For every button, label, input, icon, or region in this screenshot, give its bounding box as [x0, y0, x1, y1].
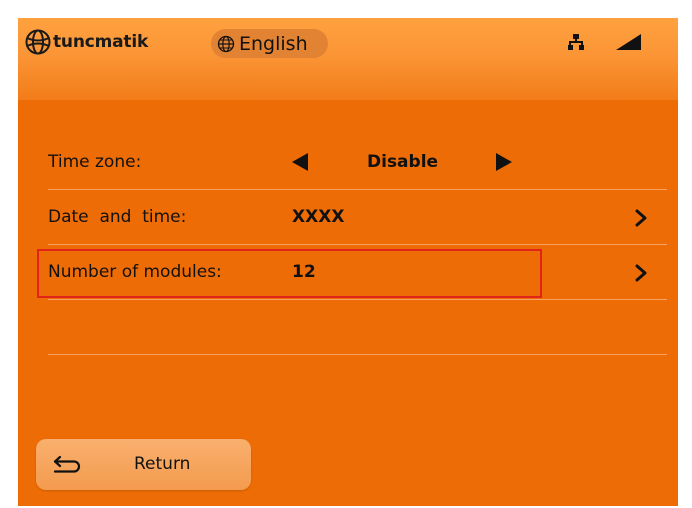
date-time-value: XXXX	[292, 207, 345, 227]
chevron-right-icon[interactable]	[634, 209, 648, 227]
brand-name: tuncmatik	[53, 32, 149, 52]
previous-arrow-icon[interactable]	[292, 152, 308, 172]
time-zone-row: Time zone: Disable	[48, 135, 667, 190]
time-zone-label: Time zone:	[48, 152, 142, 172]
date-time-label: Date and time:	[48, 207, 187, 227]
next-arrow-icon[interactable]	[496, 152, 512, 172]
divider	[48, 354, 667, 355]
globe-icon	[217, 35, 235, 52]
network-icon	[568, 34, 584, 50]
selection-highlight	[37, 249, 542, 298]
globe-outline-icon	[25, 29, 51, 55]
date-time-row[interactable]: Date and time: XXXX	[48, 190, 667, 245]
return-arrow-icon	[53, 455, 81, 473]
signal-icon	[616, 34, 641, 50]
brand-logo: tuncmatik	[24, 27, 148, 57]
language-label: English	[239, 32, 308, 55]
chevron-right-icon[interactable]	[634, 264, 648, 282]
empty-row	[48, 300, 667, 355]
time-zone-value: Disable	[367, 152, 439, 172]
header-bar: tuncmatik English	[18, 18, 678, 100]
settings-screen: tuncmatik English Time zone: Disable Dat…	[18, 18, 678, 506]
return-button[interactable]: Return	[36, 439, 251, 490]
language-selector[interactable]: English	[211, 29, 328, 58]
return-label: Return	[134, 454, 191, 474]
